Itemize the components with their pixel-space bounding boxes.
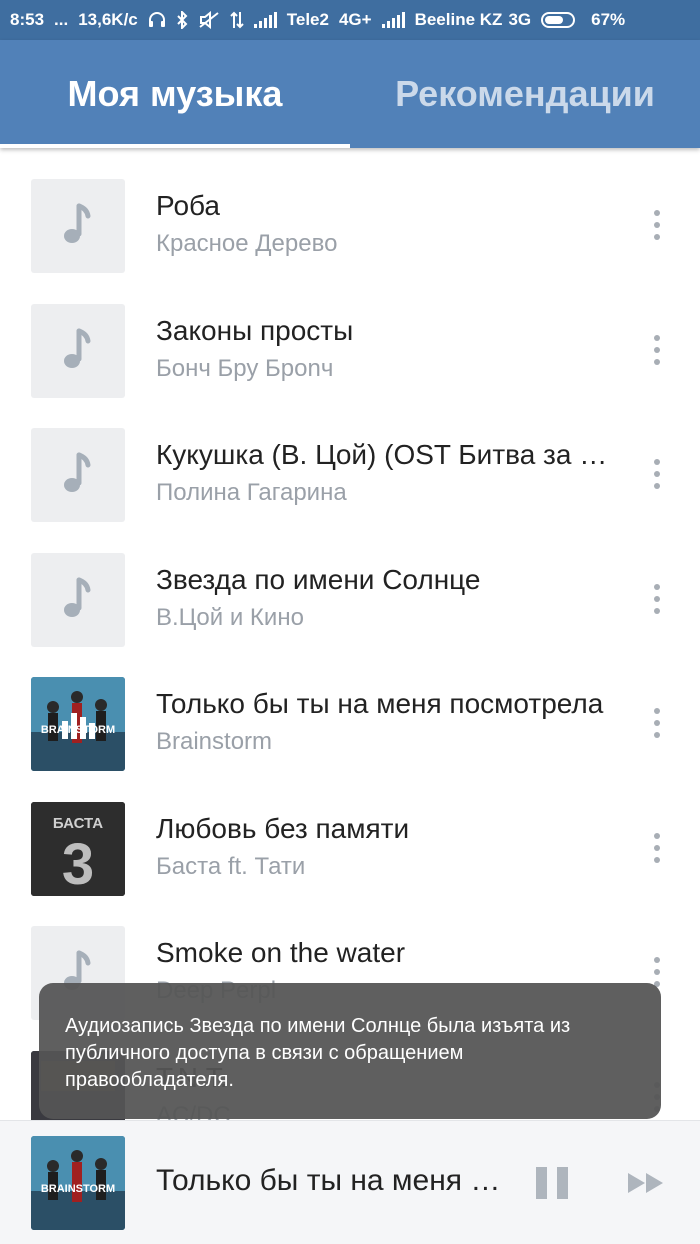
status-time: 8:53 bbox=[10, 10, 45, 29]
signal-icon bbox=[381, 12, 405, 28]
headphones-icon bbox=[148, 11, 166, 29]
music-note-icon[interactable] bbox=[31, 179, 125, 273]
network-type-2: 3G bbox=[508, 10, 532, 29]
status-notification-dots: ... bbox=[54, 10, 69, 29]
album-art-number: 3 bbox=[62, 832, 94, 896]
battery-percent: 67% bbox=[591, 10, 626, 29]
more-options-icon[interactable] bbox=[642, 208, 672, 242]
bluetooth-icon bbox=[176, 11, 188, 29]
track-artist: Brainstorm bbox=[156, 728, 273, 755]
tab-bar: Моя музыка Рекомендации bbox=[0, 40, 700, 148]
album-art-label: БАСТА bbox=[53, 815, 103, 832]
data-transfer-icon bbox=[230, 11, 244, 29]
status-bar: 8:53 ... 13,6K/c Tele2 4G+ Beeline KZ 3G… bbox=[0, 0, 700, 40]
toast-message: Аудиозапись Звезда по имени Солнце была … bbox=[39, 983, 661, 1119]
track-row[interactable]: Законы просты Бонч Бру Брonч bbox=[0, 273, 700, 398]
track-title: Законы просты bbox=[156, 314, 354, 346]
album-art-label: BRAINSTORM bbox=[41, 1183, 115, 1195]
track-row[interactable]: BRAINSTORM Только бы ты на меня посмотрел… bbox=[0, 646, 700, 771]
more-options-icon[interactable] bbox=[642, 457, 672, 491]
album-art[interactable]: БАСТА 3 bbox=[31, 801, 125, 896]
more-options-icon[interactable] bbox=[642, 831, 672, 865]
more-options-icon[interactable] bbox=[642, 706, 672, 740]
album-art[interactable]: BRAINSTORM bbox=[31, 677, 125, 771]
track-artist: Полина Гагарина bbox=[156, 479, 347, 506]
status-network-speed: 13,6K/c bbox=[78, 10, 138, 29]
player-album-art[interactable]: BRAINSTORM bbox=[31, 1136, 125, 1230]
more-options-icon[interactable] bbox=[642, 582, 672, 616]
track-artist: Красное Дерево bbox=[156, 230, 338, 257]
next-icon[interactable] bbox=[626, 1171, 666, 1195]
music-note-icon[interactable] bbox=[31, 552, 125, 647]
signal-icon bbox=[253, 12, 277, 28]
tab-my-music[interactable]: Моя музыка bbox=[0, 40, 350, 148]
music-note-icon[interactable] bbox=[31, 303, 125, 398]
music-note-icon[interactable] bbox=[31, 428, 125, 522]
more-options-icon[interactable] bbox=[642, 333, 672, 367]
track-title: Smoke on the water bbox=[156, 937, 406, 968]
mute-icon bbox=[198, 11, 220, 29]
track-row[interactable]: Звезда по имени Солнце В.Цой и Кино bbox=[0, 522, 700, 647]
album-art-label: BRAINSTORM bbox=[41, 724, 115, 736]
track-artist: В.Цой и Кино bbox=[156, 603, 304, 631]
track-row[interactable]: Роба Красное Дерево bbox=[0, 148, 700, 273]
track-artist: Баста ft. Тати bbox=[156, 852, 306, 880]
carrier-1: Tele2 bbox=[286, 10, 329, 29]
track-title: Кукушка (В. Цой) (OST Битва за Севастопо… bbox=[156, 439, 626, 470]
track-title: Только бы ты на меня посмотрела bbox=[156, 688, 604, 719]
pause-icon[interactable] bbox=[536, 1167, 568, 1199]
track-artist: Бонч Бру Брonч bbox=[156, 354, 334, 382]
track-title: Роба bbox=[156, 190, 220, 221]
toast-text: Аудиозапись Звезда по имени Солнце была … bbox=[65, 1015, 571, 1091]
network-type-1: 4G+ bbox=[338, 10, 372, 29]
track-row[interactable]: Кукушка (В. Цой) (OST Битва за Севастопо… bbox=[0, 397, 700, 522]
track-row[interactable]: БАСТА 3 Любовь без памяти Баста ft. Тати bbox=[0, 771, 700, 896]
mini-player[interactable]: BRAINSTORM Только бы ты на меня посмотре… bbox=[0, 1120, 700, 1244]
track-title: Любовь без памяти bbox=[156, 812, 410, 844]
player-track-title[interactable]: Только бы ты на меня посмотрела bbox=[156, 1164, 506, 1198]
carrier-2: Beeline KZ bbox=[414, 10, 503, 29]
track-title: Звезда по имени Солнце bbox=[156, 563, 481, 595]
battery-icon bbox=[541, 12, 581, 28]
tab-recommendations[interactable]: Рекомендации bbox=[350, 40, 700, 148]
